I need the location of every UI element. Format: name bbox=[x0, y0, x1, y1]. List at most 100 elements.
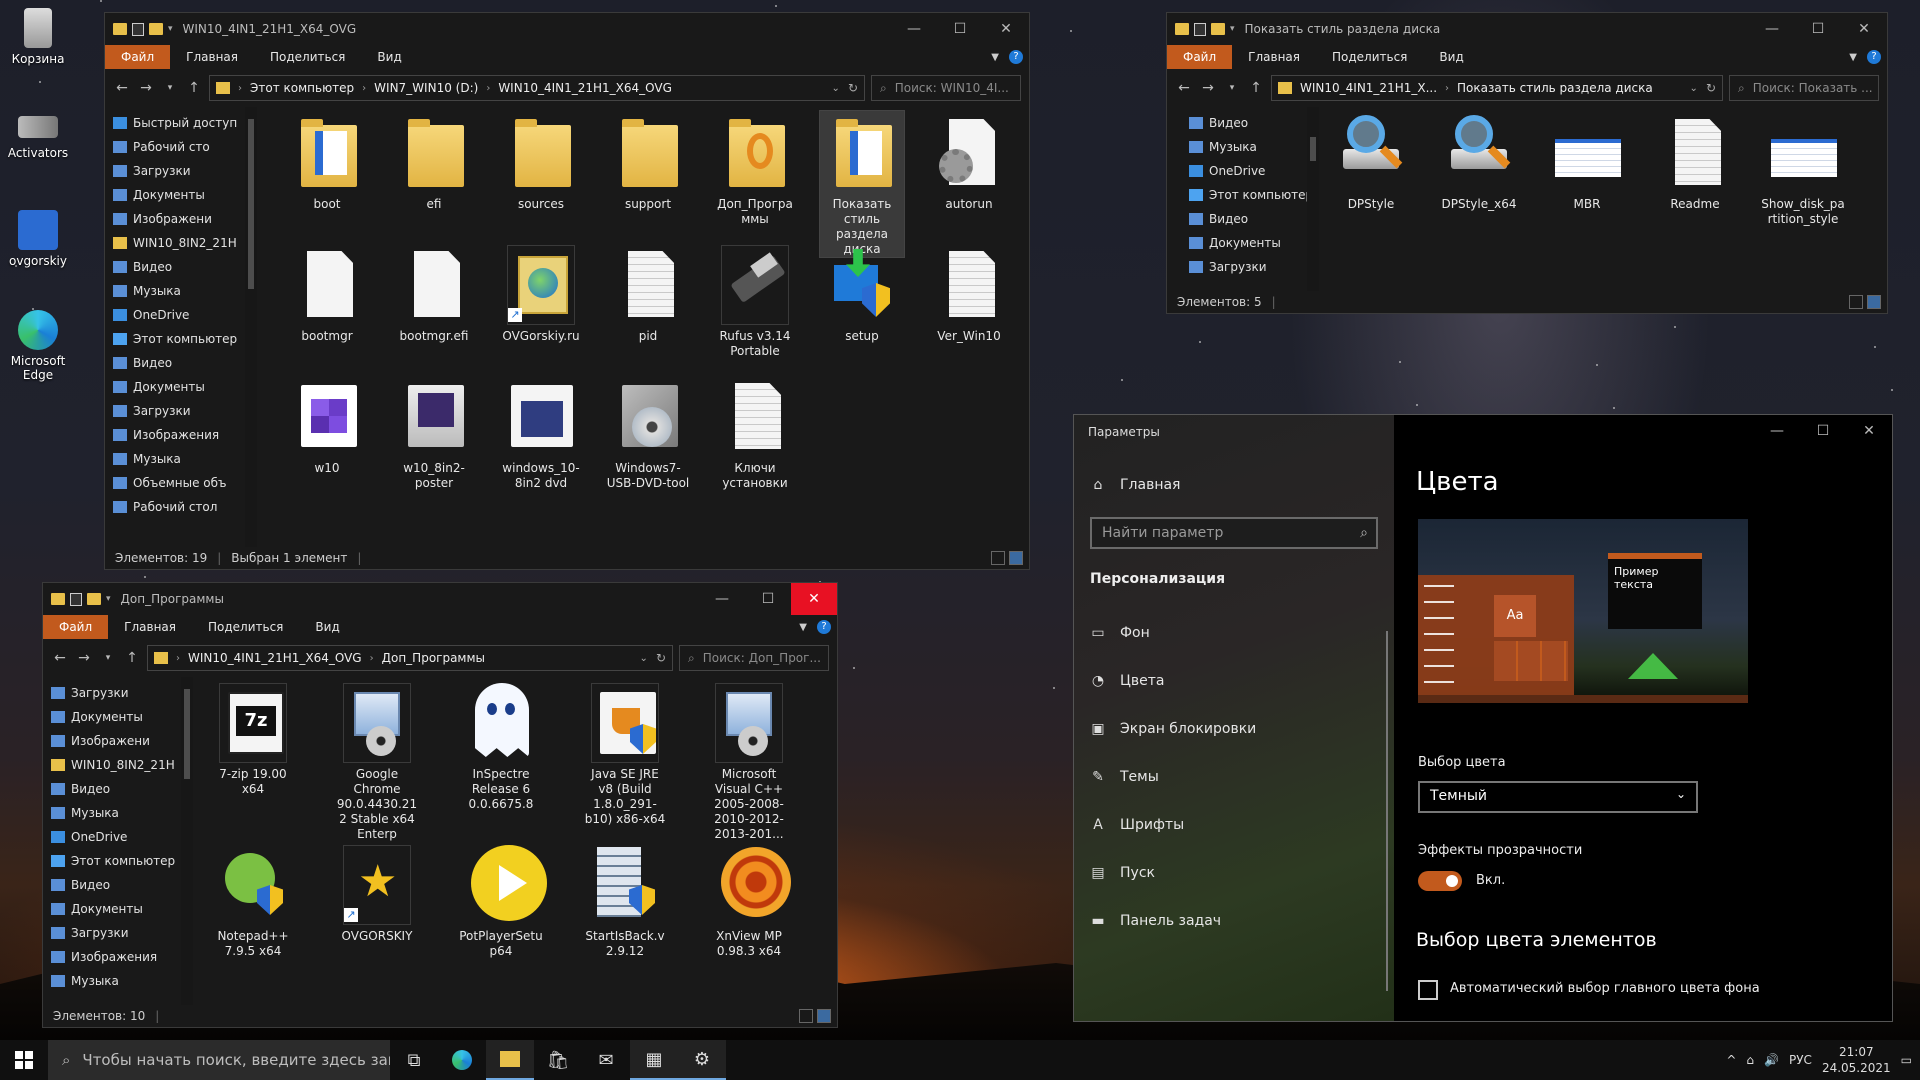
file-item[interactable]: Rufus v3.14 Portable bbox=[713, 243, 797, 359]
forward-arrow-icon[interactable]: → bbox=[137, 80, 155, 96]
title-bar[interactable]: ▾ WIN10_4IN1_21H1_X64_OVG — ☐ ✕ bbox=[105, 13, 1029, 45]
close-button[interactable]: ✕ bbox=[1841, 13, 1887, 45]
settings-sidebar-scrollbar[interactable] bbox=[1386, 631, 1388, 991]
file-item[interactable]: Show_disk_partition_style bbox=[1761, 111, 1845, 227]
new-folder-icon[interactable] bbox=[149, 23, 163, 35]
breadcrumb-item[interactable]: WIN7_WIN10 (D:) bbox=[374, 81, 478, 95]
taskbar-search-box[interactable]: ⌕ Чтобы начать поиск, введите здесь запр… bbox=[48, 1040, 390, 1080]
file-item[interactable]: autorun bbox=[927, 111, 1011, 212]
edge-taskbar-icon[interactable] bbox=[438, 1040, 486, 1080]
transparency-toggle[interactable] bbox=[1418, 871, 1462, 891]
nav-item[interactable]: Этот компьютер bbox=[1189, 183, 1307, 207]
tab-view[interactable]: Вид bbox=[1423, 45, 1479, 69]
settings-nav-item[interactable]: ▭ Фон bbox=[1090, 625, 1149, 641]
file-item[interactable]: ★ ↗ OVGORSKIY bbox=[335, 843, 419, 944]
expand-ribbon-icon[interactable]: ▼ bbox=[799, 622, 807, 633]
file-item[interactable]: boot bbox=[285, 111, 369, 212]
details-view-icon[interactable] bbox=[991, 551, 1005, 565]
tab-home[interactable]: Главная bbox=[108, 615, 192, 639]
address-bar[interactable]: › WIN10_4IN1_21H1_X64_OVG › Доп_Программ… bbox=[147, 645, 673, 671]
photos-taskbar-icon[interactable]: ▦ bbox=[630, 1040, 678, 1080]
desktop-icon-recycle-bin[interactable]: Корзина bbox=[6, 8, 70, 66]
volume-icon[interactable]: 🔊 bbox=[1764, 1053, 1779, 1067]
chevron-down-icon[interactable]: ⌄ bbox=[640, 653, 648, 664]
search-input[interactable]: ⌕ Поиск: WIN10_4I... bbox=[871, 75, 1021, 101]
minimize-button[interactable]: — bbox=[1749, 13, 1795, 45]
file-item[interactable]: w10 bbox=[285, 375, 369, 476]
back-arrow-icon[interactable]: ← bbox=[113, 80, 131, 96]
nav-item[interactable]: Музыка bbox=[51, 801, 181, 825]
tab-file[interactable]: Файл bbox=[1167, 45, 1233, 69]
customize-qat-icon[interactable]: ▾ bbox=[106, 594, 111, 604]
back-arrow-icon[interactable]: ← bbox=[1175, 80, 1193, 96]
file-item[interactable]: bootmgr bbox=[285, 243, 369, 344]
minimize-button[interactable]: — bbox=[891, 13, 937, 45]
color-choice-dropdown[interactable]: Темный ⌄ bbox=[1418, 781, 1698, 813]
nav-item[interactable]: Загрузки bbox=[1189, 255, 1307, 279]
file-item[interactable]: efi bbox=[392, 111, 476, 212]
tab-view[interactable]: Вид bbox=[299, 615, 355, 639]
help-icon[interactable]: ? bbox=[817, 620, 831, 634]
settings-home-link[interactable]: ⌂ Главная bbox=[1090, 477, 1181, 493]
settings-nav-item[interactable]: ▬ Панель задач bbox=[1090, 913, 1221, 929]
large-icons-view-icon[interactable] bbox=[817, 1009, 831, 1023]
large-icons-view-icon[interactable] bbox=[1867, 295, 1881, 309]
task-view-icon[interactable]: ⧉ bbox=[390, 1040, 438, 1080]
desktop-icon-edge[interactable]: Microsoft Edge bbox=[6, 310, 70, 382]
file-item[interactable]: DPStyle_x64 bbox=[1437, 111, 1521, 212]
properties-icon[interactable] bbox=[70, 592, 82, 606]
nav-item[interactable]: Видео bbox=[1189, 111, 1307, 135]
nav-item[interactable]: Музыка bbox=[51, 969, 181, 993]
recent-locations-icon[interactable]: ▾ bbox=[99, 653, 117, 663]
nav-item[interactable]: Документы bbox=[51, 897, 181, 921]
customize-qat-icon[interactable]: ▾ bbox=[1230, 24, 1235, 34]
show-hidden-icons-icon[interactable]: ^ bbox=[1726, 1053, 1736, 1067]
settings-search-input[interactable]: Найти параметр ⌕ bbox=[1090, 517, 1378, 549]
up-arrow-icon[interactable]: ↑ bbox=[1247, 80, 1265, 96]
new-folder-icon[interactable] bbox=[87, 593, 101, 605]
chevron-down-icon[interactable]: ⌄ bbox=[1690, 83, 1698, 94]
clock[interactable]: 21:07 24.05.2021 bbox=[1822, 1044, 1891, 1076]
tab-home[interactable]: Главная bbox=[170, 45, 254, 69]
nav-item[interactable]: Этот компьютер bbox=[51, 849, 181, 873]
breadcrumb-item[interactable]: WIN10_4IN1_21H1_X... bbox=[1300, 81, 1437, 95]
nav-item[interactable]: Музыка bbox=[113, 447, 245, 471]
maximize-button[interactable]: ☐ bbox=[745, 583, 791, 615]
breadcrumb-item[interactable]: WIN10_4IN1_21H1_X64_OVG bbox=[498, 81, 672, 95]
settings-nav-item[interactable]: ◔ Цвета bbox=[1090, 673, 1165, 689]
nav-item[interactable]: Загрузки bbox=[113, 399, 245, 423]
maximize-button[interactable]: ☐ bbox=[937, 13, 983, 45]
settings-nav-item[interactable]: A Шрифты bbox=[1090, 817, 1184, 833]
language-indicator[interactable]: РУС bbox=[1789, 1053, 1812, 1067]
nav-item[interactable]: Быстрый доступ bbox=[113, 111, 245, 135]
desktop-icon-activators[interactable]: Activators bbox=[6, 106, 70, 160]
file-item[interactable]: Ver_Win10 bbox=[927, 243, 1011, 344]
expand-ribbon-icon[interactable]: ▼ bbox=[1849, 52, 1857, 63]
chevron-down-icon[interactable]: ⌄ bbox=[832, 83, 840, 94]
file-item[interactable]: StartIsBack.v2.9.12 bbox=[583, 843, 667, 959]
breadcrumb-item[interactable]: Этот компьютер bbox=[250, 81, 354, 95]
nav-item[interactable]: Видео bbox=[113, 351, 245, 375]
nav-item[interactable]: Изображени bbox=[113, 207, 245, 231]
start-button[interactable] bbox=[0, 1040, 48, 1080]
nav-item[interactable]: Музыка bbox=[1189, 135, 1307, 159]
customize-qat-icon[interactable]: ▾ bbox=[168, 24, 173, 34]
close-button[interactable]: ✕ bbox=[983, 13, 1029, 45]
nav-item[interactable]: OneDrive bbox=[113, 303, 245, 327]
file-item[interactable]: bootmgr.efi bbox=[392, 243, 476, 344]
nav-item[interactable]: Рабочий сто bbox=[113, 135, 245, 159]
properties-icon[interactable] bbox=[132, 22, 144, 36]
recent-locations-icon[interactable]: ▾ bbox=[161, 83, 179, 93]
properties-icon[interactable] bbox=[1194, 22, 1206, 36]
nav-item[interactable]: Видео bbox=[51, 777, 181, 801]
settings-taskbar-icon[interactable]: ⚙ bbox=[678, 1040, 726, 1080]
new-folder-icon[interactable] bbox=[1211, 23, 1225, 35]
file-item[interactable]: Ключи установки bbox=[713, 375, 797, 491]
address-bar[interactable]: WIN10_4IN1_21H1_X... › Показать стиль ра… bbox=[1271, 75, 1723, 101]
nav-scrollbar[interactable] bbox=[245, 107, 257, 547]
settings-nav-item[interactable]: ▣ Экран блокировки bbox=[1090, 721, 1256, 737]
nav-item[interactable]: OneDrive bbox=[1189, 159, 1307, 183]
auto-accent-checkbox[interactable] bbox=[1418, 980, 1438, 1000]
file-item[interactable]: Microsoft Visual C++ 2005-2008-2010-2012… bbox=[707, 681, 791, 842]
maximize-button[interactable]: ☐ bbox=[1800, 415, 1846, 447]
